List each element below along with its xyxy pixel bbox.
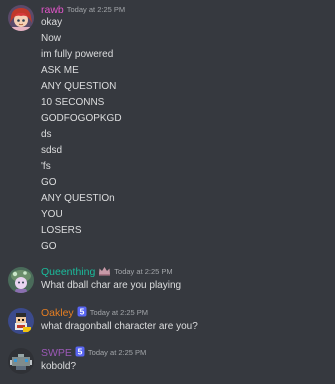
message-line: ANY QUESTION (41, 81, 117, 92)
chat-message-list: rawb Today at 2:25 PM okay Now im fully p… (0, 0, 335, 384)
message-line: what dragonball character are you? (41, 321, 198, 332)
pixel-robot-avatar-icon (8, 348, 34, 374)
svg-text:5: 5 (79, 307, 84, 317)
user-avatar-rawb[interactable] (8, 5, 34, 31)
message-line: im fully powered (41, 49, 114, 60)
message-line: GODFOGOPKGD (41, 113, 122, 124)
message-timestamp[interactable]: Today at 2:25 PM (114, 267, 172, 276)
message-line: sdsd (41, 145, 63, 156)
message-line: ASK ME (41, 65, 79, 76)
message-line: LOSERS (41, 225, 82, 236)
crown-emoji-icon (98, 265, 111, 279)
message-line: okay (41, 17, 63, 28)
svg-text:5: 5 (78, 347, 83, 357)
cartoon-character-avatar-icon (8, 267, 34, 293)
message-line: 10 SECONNS (41, 97, 105, 108)
user-avatar-queenthing[interactable] (8, 267, 34, 293)
pixel-character-avatar-icon (8, 308, 34, 334)
message-line: ds (41, 129, 52, 140)
message-timestamp[interactable]: Today at 2:25 PM (67, 5, 125, 14)
message-line: 'fs (41, 161, 51, 172)
message-line: ANY QUESTIOn (41, 193, 115, 204)
message-timestamp[interactable]: Today at 2:25 PM (90, 308, 148, 317)
message-line: kobold? (41, 361, 77, 372)
anime-character-avatar-icon (8, 5, 34, 31)
number-five-badge-icon: 5 (75, 346, 85, 360)
message-line: GO (41, 241, 57, 252)
user-avatar-swpe[interactable] (8, 348, 34, 374)
message-header: Oakley 5 Today at 2:25 PM (41, 306, 148, 320)
username-swpe[interactable]: SWPE (41, 347, 72, 359)
number-five-badge-icon: 5 (77, 306, 87, 320)
username-queenthing[interactable]: Queenthing (41, 266, 95, 278)
message-timestamp[interactable]: Today at 2:25 PM (88, 348, 146, 357)
username-oakley[interactable]: Oakley (41, 307, 74, 319)
user-avatar-oakley[interactable] (8, 308, 34, 334)
message-line: What dball char are you playing (41, 280, 182, 291)
message-line: YOU (41, 209, 63, 220)
message-header: SWPE 5 Today at 2:25 PM (41, 346, 146, 360)
message-line: GO (41, 177, 57, 188)
message-header: Queenthing Today at 2:25 PM (41, 265, 173, 279)
message-line: Now (41, 33, 62, 44)
